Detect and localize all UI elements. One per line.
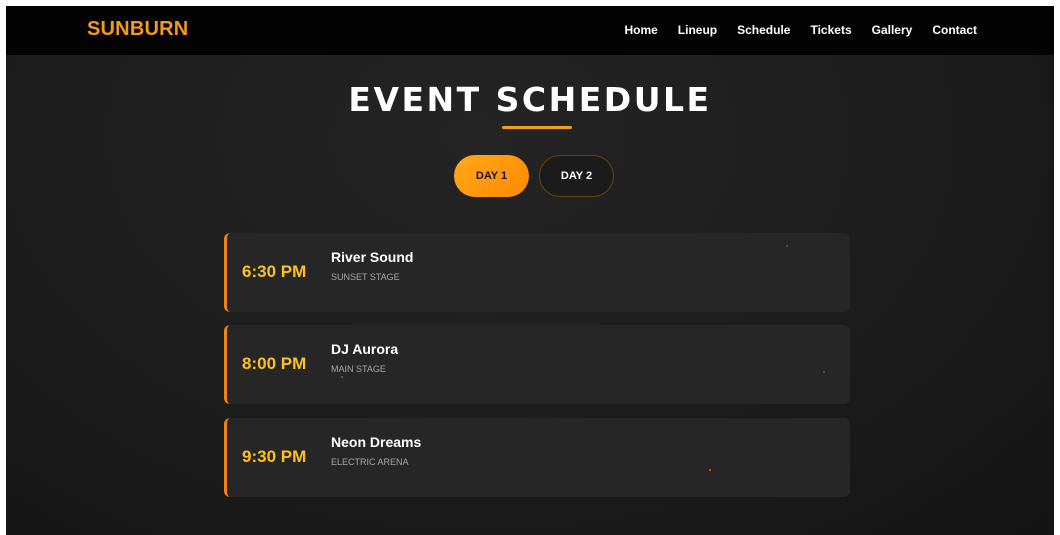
event-stage: ELECTRIC ARENA bbox=[331, 457, 409, 467]
tab-day-2[interactable]: DAY 2 bbox=[539, 155, 614, 197]
page-title: EVENT SCHEDULE bbox=[348, 80, 712, 119]
event-time: 9:30 PM bbox=[242, 447, 307, 466]
event-card[interactable]: 8:00 PM DJ Aurora MAIN STAGE bbox=[224, 325, 850, 404]
nav-links: Home Lineup Schedule Tickets Gallery Con… bbox=[624, 23, 977, 37]
title-underline bbox=[502, 126, 572, 129]
event-time: 8:00 PM bbox=[242, 354, 307, 373]
spark-particle bbox=[709, 469, 711, 471]
nav-link-home[interactable]: Home bbox=[624, 23, 657, 37]
nav-link-tickets[interactable]: Tickets bbox=[810, 23, 851, 37]
event-artist: DJ Aurora bbox=[331, 341, 399, 357]
event-stage: SUNSET STAGE bbox=[331, 272, 400, 282]
event-artist: Neon Dreams bbox=[331, 434, 422, 450]
event-stage: MAIN STAGE bbox=[331, 364, 386, 374]
site-logo[interactable]: SUNBURN bbox=[87, 18, 188, 41]
event-time: 6:30 PM bbox=[242, 262, 307, 281]
spark-particle bbox=[341, 376, 343, 378]
nav-link-contact[interactable]: Contact bbox=[932, 23, 977, 37]
tab-day-1[interactable]: DAY 1 bbox=[454, 155, 529, 197]
spark-particle bbox=[823, 371, 825, 373]
nav-link-schedule[interactable]: Schedule bbox=[737, 23, 790, 37]
nav-link-gallery[interactable]: Gallery bbox=[872, 23, 913, 37]
event-card[interactable]: 6:30 PM River Sound SUNSET STAGE bbox=[224, 233, 850, 312]
spark-particle bbox=[786, 245, 788, 247]
nav-link-lineup[interactable]: Lineup bbox=[678, 23, 717, 37]
day-tabs: DAY 1 DAY 2 bbox=[454, 155, 614, 197]
event-artist: River Sound bbox=[331, 249, 414, 265]
navbar: SUNBURN Home Lineup Schedule Tickets Gal… bbox=[6, 6, 1054, 55]
page: SUNBURN Home Lineup Schedule Tickets Gal… bbox=[6, 6, 1054, 535]
event-card[interactable]: 9:30 PM Neon Dreams ELECTRIC ARENA bbox=[224, 418, 850, 497]
